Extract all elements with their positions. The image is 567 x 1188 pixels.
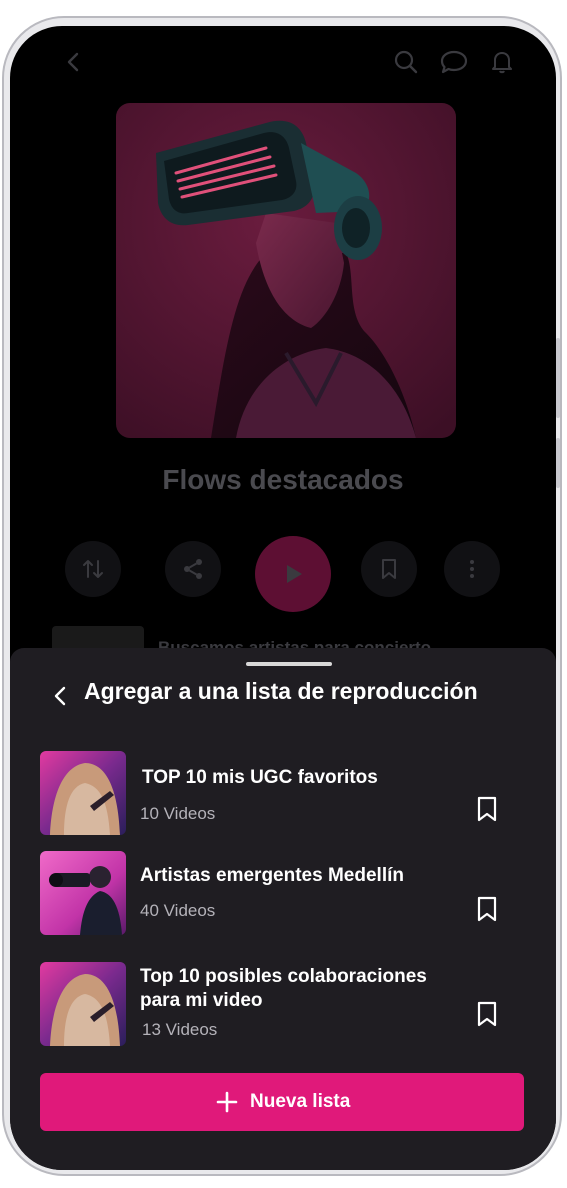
playlist-name: TOP 10 mis UGC favoritos — [142, 767, 378, 788]
sheet-back-button[interactable] — [50, 684, 70, 708]
notifications-button[interactable] — [489, 48, 517, 76]
playlist-thumbnail — [40, 751, 126, 835]
playlist-video-count: 13 Videos — [142, 1020, 218, 1039]
share-icon — [184, 559, 202, 579]
save-to-list-button[interactable] — [476, 1001, 498, 1027]
playlist-video-count: 40 Videos — [140, 901, 216, 920]
top-bar — [10, 26, 556, 104]
phone-screen: Flows destacados Buscamos artistas para … — [10, 26, 556, 1170]
playlist-video-count: 10 Videos — [140, 804, 216, 823]
save-button[interactable] — [361, 541, 417, 597]
bookmark-icon — [382, 559, 396, 579]
more-options-button[interactable] — [444, 541, 500, 597]
more-vertical-icon — [470, 560, 474, 578]
search-button[interactable] — [392, 48, 420, 76]
playlist-thumbnail — [40, 851, 126, 935]
side-button — [556, 338, 560, 418]
bookmark-icon — [477, 1001, 497, 1027]
plus-icon — [216, 1091, 238, 1113]
messages-button[interactable] — [439, 48, 468, 76]
side-button — [556, 438, 560, 488]
sort-icon — [83, 560, 103, 578]
playlist-cover-image — [116, 103, 456, 438]
save-to-list-button[interactable] — [476, 796, 498, 822]
playlist-thumbnail — [40, 962, 126, 1046]
save-to-list-button[interactable] — [476, 896, 498, 922]
new-list-button[interactable]: Nueva lista — [40, 1073, 524, 1131]
sort-button[interactable] — [65, 541, 121, 597]
share-button[interactable] — [165, 541, 221, 597]
chevron-left-icon — [67, 52, 79, 72]
drag-handle[interactable] — [246, 662, 332, 666]
search-icon — [394, 50, 418, 74]
bookmark-icon — [477, 896, 497, 922]
playlist-name: Artistas emergentes Medellín — [140, 865, 404, 886]
play-icon — [287, 565, 302, 583]
playlist-name: Top 10 posibles colaboraciones para mi v… — [140, 966, 427, 1011]
new-list-label: Nueva lista — [250, 1091, 351, 1112]
chevron-left-icon — [54, 686, 66, 706]
sheet-title: Agregar a una lista de reproducción — [84, 678, 478, 704]
chat-icon — [440, 50, 468, 74]
back-button[interactable] — [60, 48, 88, 76]
play-button[interactable] — [255, 536, 331, 612]
playlist-title: Flows destacados — [162, 464, 404, 495]
bell-icon — [492, 52, 512, 74]
bookmark-icon — [477, 796, 497, 822]
add-to-playlist-sheet: Agregar a una lista de reproducción TOP … — [10, 648, 556, 1170]
